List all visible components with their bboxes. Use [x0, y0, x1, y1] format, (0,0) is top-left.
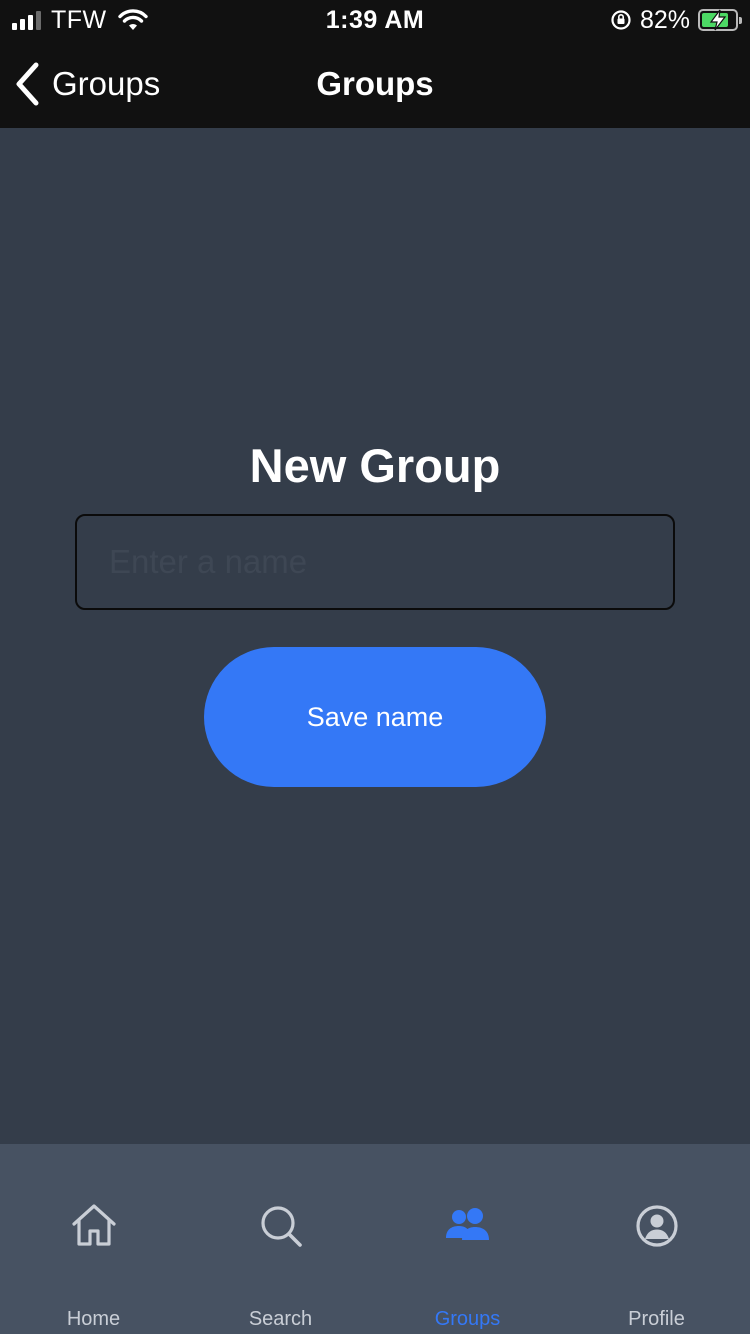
tab-search-label: Search: [248, 1308, 313, 1330]
charging-bolt-icon: [709, 9, 727, 31]
home-icon: [71, 1204, 116, 1246]
tab-groups-label: Groups: [434, 1308, 501, 1330]
group-name-input[interactable]: [75, 514, 675, 610]
tab-home[interactable]: Home: [0, 1144, 187, 1334]
battery-icon: [698, 9, 742, 31]
tab-home-label: Home: [66, 1308, 121, 1330]
tab-profile[interactable]: Profile: [563, 1144, 750, 1334]
orientation-lock-icon: [611, 10, 631, 30]
new-group-heading: New Group: [249, 439, 501, 492]
tab-search[interactable]: Search: [187, 1144, 374, 1334]
tab-groups[interactable]: Groups: [374, 1144, 561, 1334]
status-bar: TFW 1:39 AM 82%: [0, 0, 750, 40]
status-right: 82%: [610, 5, 742, 34]
search-icon: [260, 1206, 302, 1247]
profile-icon: [635, 1205, 678, 1247]
tab-bar: Home Search Groups Profile: [0, 1144, 750, 1334]
battery-percent: 82%: [639, 5, 690, 34]
page-title: Groups: [316, 65, 434, 102]
groups-icon: [445, 1208, 489, 1240]
navigation-bar: Groups Groups: [0, 40, 750, 128]
tab-profile-label: Profile: [628, 1308, 685, 1330]
save-name-button[interactable]: Save name: [204, 647, 546, 787]
